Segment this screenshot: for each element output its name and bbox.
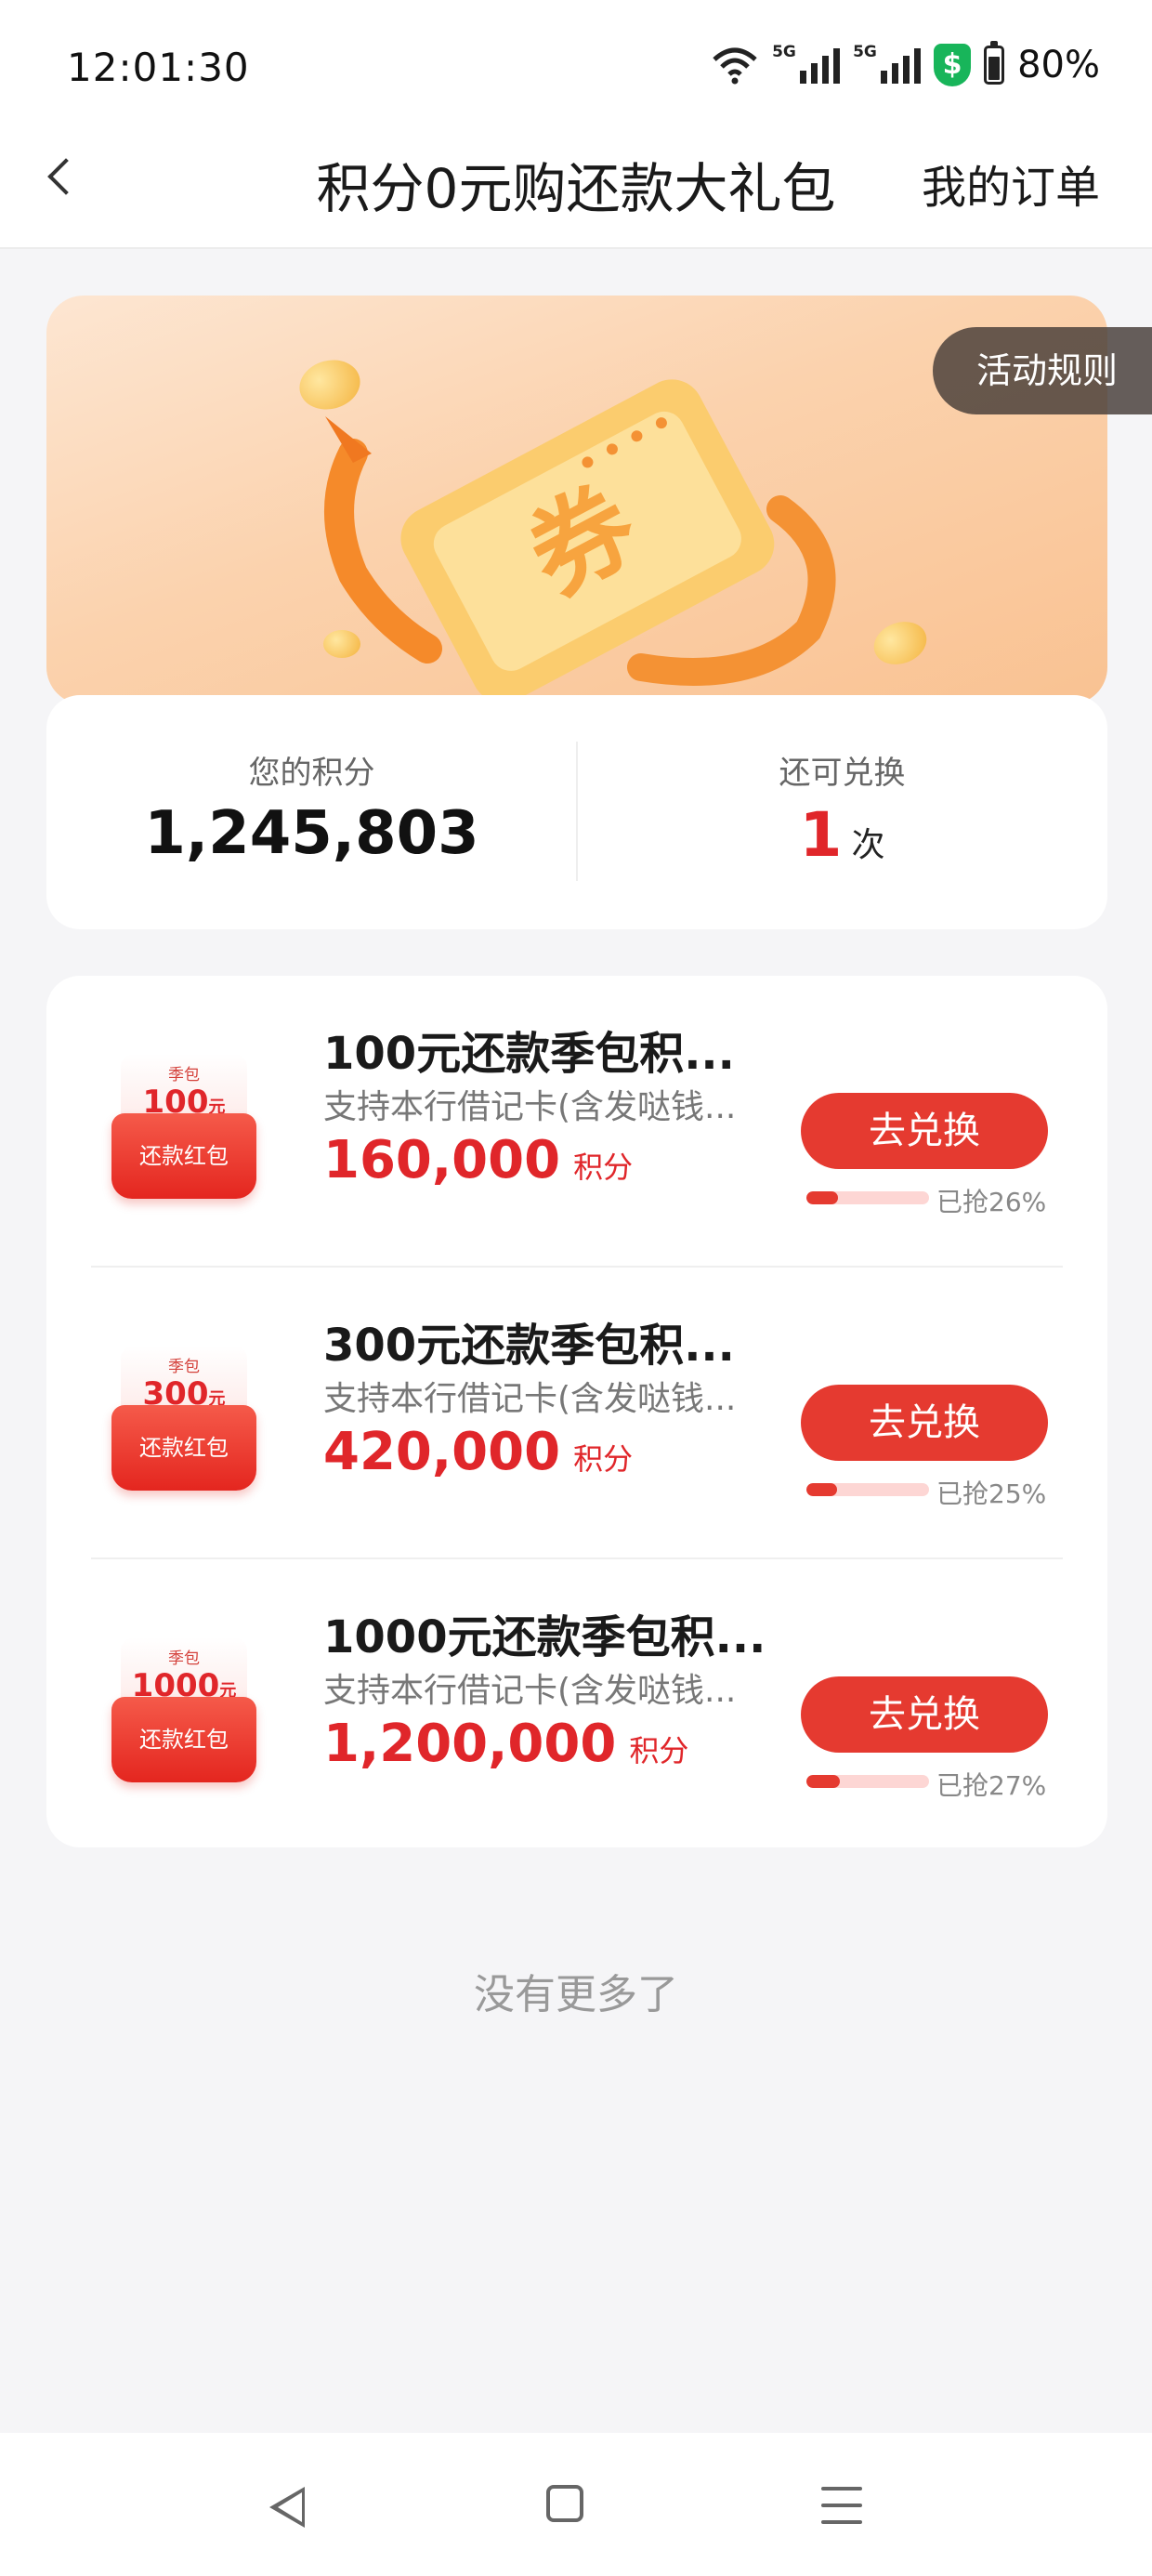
points-summary-card: 您的积分 1,245,803 还可兑换 1次 [46, 695, 1107, 929]
item-subtitle: 支持本行借记卡(含发哒钱... [323, 1088, 737, 1126]
red-packet-icon: 季包 1000元 还款红包 [111, 1637, 256, 1782]
list-item[interactable]: 季包 300元 还款红包 300元还款季包积... 支持本行借记卡(含发哒钱..… [46, 1268, 1107, 1559]
points-label: 您的积分 [248, 755, 375, 792]
product-list: 季包 100元 还款红包 100元还款季包积... 支持本行借记卡(含发哒钱..… [46, 976, 1107, 1847]
signal-icon: 5G [772, 43, 841, 84]
claimed-progress-text: 已抢26% [936, 1187, 1047, 1217]
red-packet-icon: 季包 100元 还款红包 [111, 1054, 256, 1199]
red-packet-icon: 季包 300元 还款红包 [111, 1346, 256, 1491]
remain-unit: 次 [851, 826, 885, 864]
item-title: 1000元还款季包积... [323, 1611, 766, 1663]
points-balance: 您的积分 1,245,803 [46, 695, 577, 929]
no-more-text: 没有更多了 [474, 1971, 678, 2018]
claimed-progress-bar [806, 1191, 929, 1204]
item-title: 300元还款季包积... [323, 1320, 735, 1372]
item-subtitle: 支持本行借记卡(含发哒钱... [323, 1380, 737, 1418]
nav-header: 积分0元购还款大礼包 我的订单 [0, 112, 1152, 249]
nav-menu-icon[interactable] [821, 2487, 862, 2537]
battery-percent: 80% [1017, 44, 1100, 86]
redeem-button[interactable]: 去兑换 [801, 1385, 1048, 1461]
claimed-progress-bar [806, 1775, 929, 1788]
item-price: 1,200,000 积分 [323, 1714, 689, 1774]
my-orders-link[interactable]: 我的订单 [922, 151, 1100, 216]
nav-back-icon[interactable] [269, 2487, 305, 2528]
item-price: 160,000 积分 [323, 1130, 634, 1190]
remaining-redemptions: 还可兑换 1次 [577, 695, 1107, 929]
battery-icon [984, 41, 1005, 85]
remain-label: 还可兑换 [779, 755, 906, 792]
nav-home-icon[interactable] [546, 2485, 583, 2522]
item-title: 100元还款季包积... [323, 1028, 735, 1080]
status-time: 12:01:30 [67, 45, 250, 90]
activity-rules-button[interactable]: 活动规则 [933, 327, 1152, 414]
remain-count: 1 [799, 799, 843, 871]
item-price: 420,000 积分 [323, 1422, 634, 1482]
list-item[interactable]: 季包 1000元 还款红包 1000元还款季包积... 支持本行借记卡(含发哒钱… [46, 1559, 1107, 1851]
status-icons: 5G 5G $ 80% [711, 39, 1100, 91]
list-item[interactable]: 季包 100元 还款红包 100元还款季包积... 支持本行借记卡(含发哒钱..… [46, 976, 1107, 1268]
system-nav-bar [0, 2433, 1152, 2576]
redeem-button[interactable]: 去兑换 [801, 1093, 1048, 1169]
signal-icon: 5G [853, 43, 922, 84]
security-shield-icon: $ [934, 44, 972, 86]
claimed-progress-text: 已抢25% [936, 1479, 1047, 1509]
wifi-icon [713, 47, 757, 85]
claimed-progress-text: 已抢27% [936, 1770, 1047, 1801]
points-value: 1,245,803 [144, 799, 479, 868]
redeem-button[interactable]: 去兑换 [801, 1676, 1048, 1753]
claimed-progress-bar [806, 1483, 929, 1496]
item-subtitle: 支持本行借记卡(含发哒钱... [323, 1672, 737, 1710]
